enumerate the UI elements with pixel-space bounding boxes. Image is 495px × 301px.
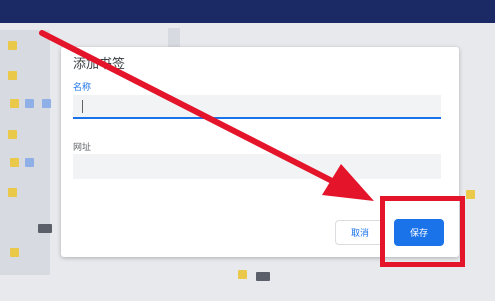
arrow-head	[322, 164, 374, 201]
annotation-arrow	[39, 30, 374, 201]
arrow-shaft	[39, 30, 341, 187]
